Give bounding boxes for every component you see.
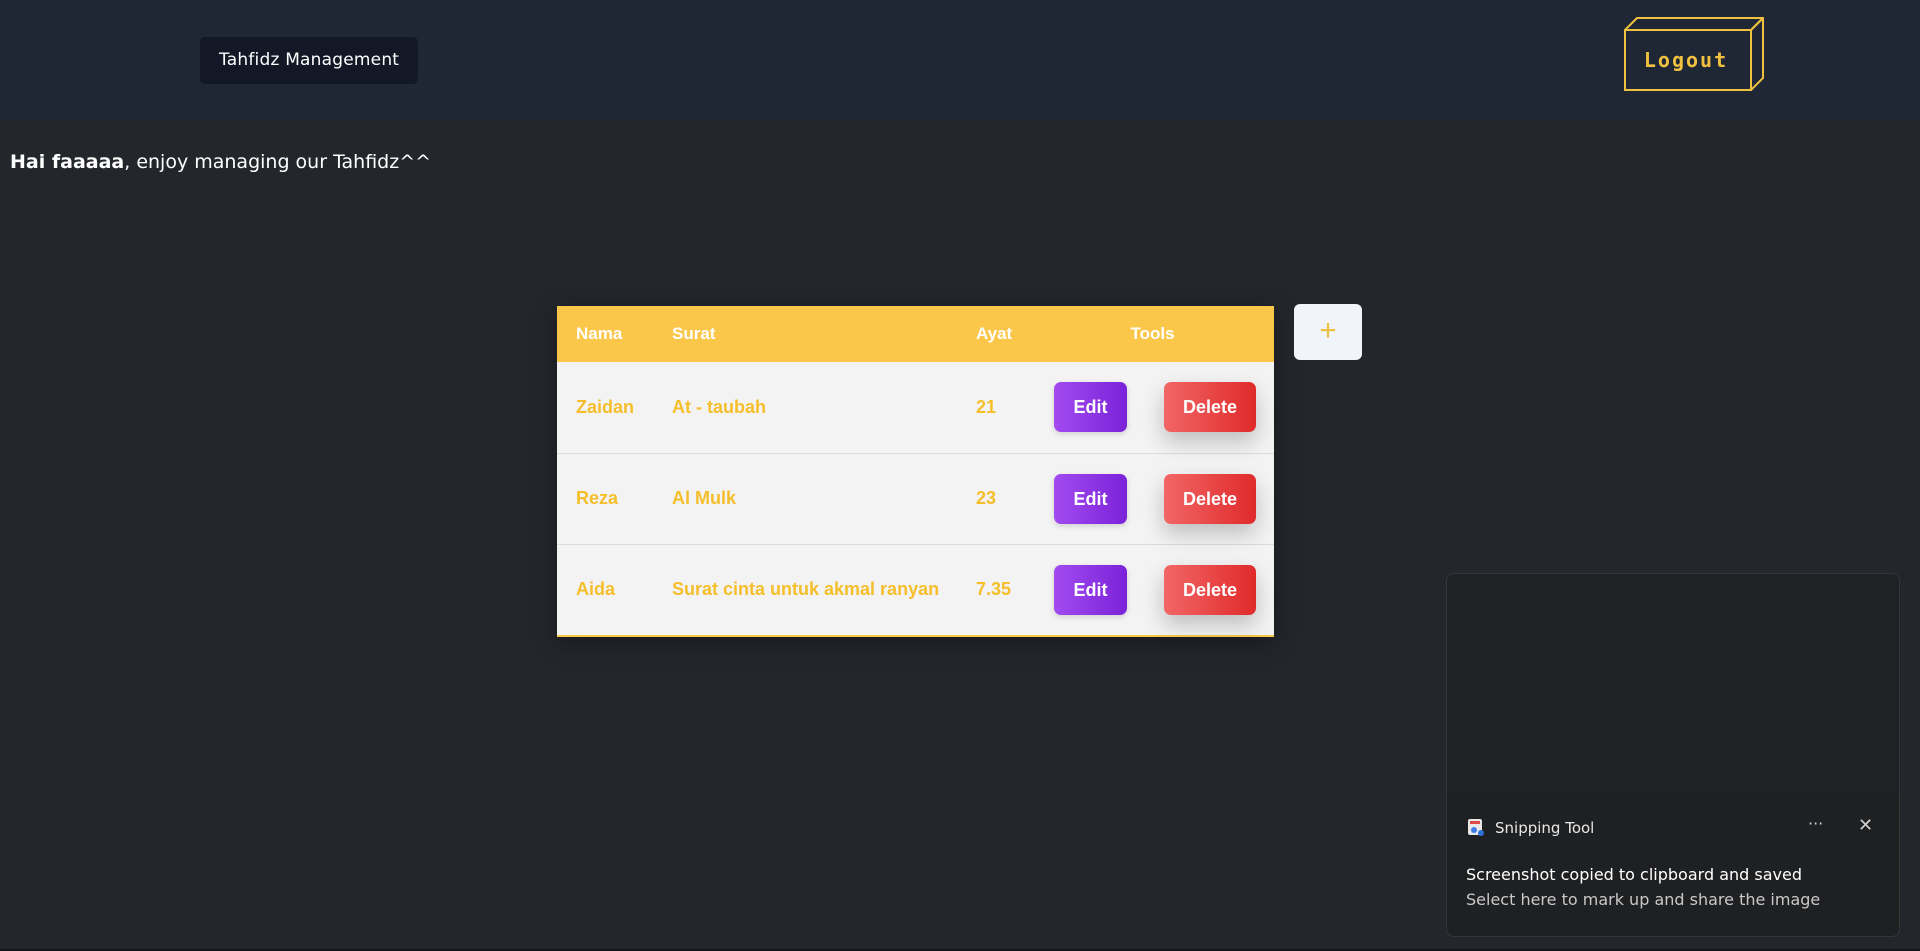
cell-nama: Zaidan [576,396,635,417]
hafalan-table: Nama Surat Ayat Tools Zaidan At - taubah… [557,306,1274,635]
toast-title: Screenshot copied to clipboard and saved [1466,865,1802,884]
snipping-tool-notification[interactable]: Snipping Tool ··· ✕ Screenshot copied to… [1446,573,1900,937]
hafalan-table-card: Nama Surat Ayat Tools Zaidan At - taubah… [557,306,1274,637]
edit-button[interactable]: Edit [1054,382,1127,433]
table-row: Reza Al Mulk 23 Edit Delete [557,453,1274,544]
cell-tools: Edit Delete [1031,544,1274,635]
greeting-name: Hai faaaaa [10,151,125,173]
table-header-row: Nama Surat Ayat Tools [557,306,1274,362]
snipping-tool-icon [1468,819,1484,836]
column-header-nama: Nama [576,324,623,343]
greeting-text: Hai faaaaa, enjoy managing our Tahfidz^^ [10,151,431,173]
column-header-tools: Tools [1130,324,1175,343]
more-icon[interactable]: ··· [1808,814,1823,833]
cell-ayat: 23 [976,488,997,508]
delete-button[interactable]: Delete [1164,382,1256,433]
app-page: Tahfidz Management Logout Hai faaaaa, en… [0,0,1920,951]
cell-surat: Surat cinta untuk akmal ranyan [672,579,940,600]
delete-button[interactable]: Delete [1164,473,1256,524]
table-row: Zaidan At - taubah 21 Edit Delete [557,362,1274,453]
brand-title[interactable]: Tahfidz Management [200,37,419,84]
cell-nama: Aida [576,579,616,600]
cell-nama: Reza [576,488,619,508]
logout-button-wrapper[interactable]: Logout [1624,17,1764,91]
cell-surat: At - taubah [672,396,766,417]
cell-surat: Al Mulk [672,488,737,508]
plus-icon: + [1319,314,1337,347]
cell-tools: Edit Delete [1031,453,1274,544]
delete-button[interactable]: Delete [1164,564,1256,615]
edit-button[interactable]: Edit [1054,564,1127,615]
edit-button[interactable]: Edit [1054,473,1127,524]
column-header-surat: Surat [672,324,716,343]
close-icon[interactable]: ✕ [1858,815,1873,836]
cell-tools: Edit Delete [1031,362,1274,453]
add-record-button[interactable]: + [1294,304,1362,360]
table-row: Aida Surat cinta untuk akmal ranyan 7.35… [557,544,1274,635]
cell-ayat: 21 [976,396,997,417]
greeting-message: , enjoy managing our Tahfidz^^ [124,151,432,173]
top-navbar: Tahfidz Management Logout [0,0,1920,120]
cell-ayat: 7.35 [976,579,1012,600]
toast-body: Select here to mark up and share the ima… [1466,890,1821,909]
logout-button[interactable]: Logout [1624,30,1748,90]
screenshot-preview[interactable] [1447,574,1899,794]
column-header-ayat: Ayat [976,324,1013,343]
toast-app-name: Snipping Tool [1495,819,1595,837]
